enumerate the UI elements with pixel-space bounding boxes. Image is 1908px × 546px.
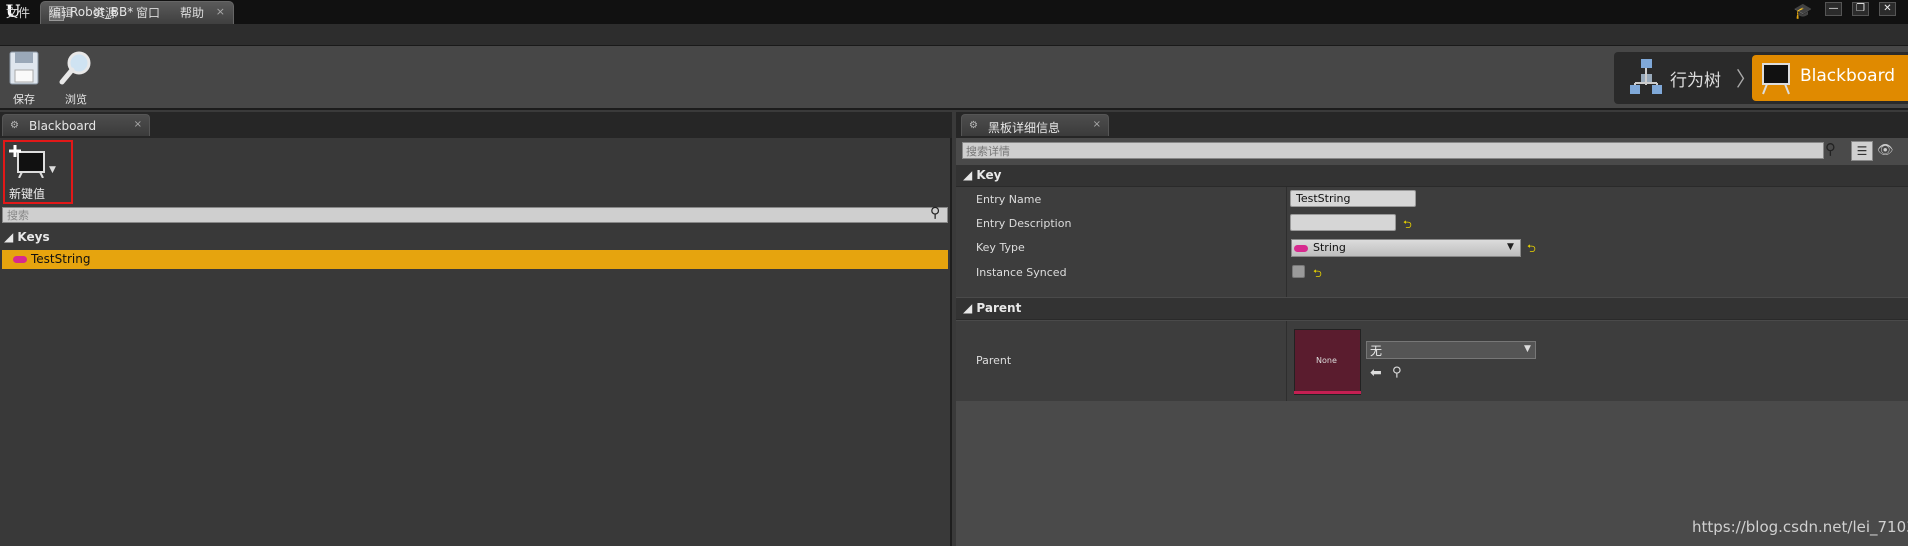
chevron-down-icon: ▼ <box>1507 242 1514 252</box>
instance-synced-label: Instance Synced <box>976 266 1067 279</box>
entry-description-label: Entry Description <box>976 217 1072 230</box>
use-selected-arrow-icon[interactable]: ⬅ <box>1370 365 1382 381</box>
behavior-tree-icon <box>1630 59 1662 94</box>
keys-search-input[interactable] <box>2 207 948 223</box>
entry-name-label: Entry Name <box>976 193 1042 206</box>
save-label: 保存 <box>13 93 35 106</box>
learn-icon[interactable]: 🎓 <box>1793 2 1813 20</box>
magnifier-icon <box>59 51 91 85</box>
keys-search-placeholder: 搜索 <box>7 209 29 222</box>
search-icon[interactable]: ⚲ <box>930 205 940 221</box>
keys-category-header[interactable]: ◢ Keys <box>4 230 50 244</box>
menu-bar <box>0 24 1908 46</box>
title-bar <box>0 0 1908 24</box>
parent-category-label: Parent <box>976 301 1022 315</box>
menu-window[interactable]: 窗口 <box>136 4 160 21</box>
chevron-down-icon: ▼ <box>1524 344 1531 354</box>
details-search-input[interactable] <box>962 142 1824 159</box>
save-button[interactable]: 保存 <box>0 50 48 108</box>
watermark-text: https://blog.csdn.net/lei_7103 <box>1692 518 1908 536</box>
floppy-disk-icon <box>9 51 39 85</box>
tab-blackboard[interactable]: ⚙ Blackboard × <box>2 114 150 136</box>
panel-tab-icon: ⚙ <box>10 120 19 131</box>
tab-blackboard-details[interactable]: ⚙ 黑板详细信息 × <box>961 114 1109 136</box>
behavior-tree-mode-label: 行为树 <box>1670 71 1721 91</box>
key-type-value: String <box>1313 241 1346 254</box>
close-tab-icon[interactable]: × <box>216 5 225 18</box>
minimize-button[interactable]: — <box>1825 2 1842 16</box>
entry-description-field[interactable] <box>1290 214 1396 231</box>
property-matrix-icon[interactable]: ☰ <box>1851 141 1873 161</box>
panel-tab-icon: ⚙ <box>969 120 978 131</box>
reset-to-default-icon[interactable]: ⮌ <box>1403 216 1412 235</box>
search-icon[interactable]: ⚲ <box>1825 140 1836 158</box>
tab-details-label: 黑板详细信息 <box>988 121 1061 135</box>
close-panel-icon[interactable]: × <box>1093 119 1101 130</box>
key-type-label: Key Type <box>976 241 1025 254</box>
parent-thumbnail-label: None <box>1316 356 1337 365</box>
menu-file[interactable]: 文件 <box>6 4 30 21</box>
browse-label: 浏览 <box>65 93 87 106</box>
browse-asset-icon[interactable]: ⚲ <box>1392 365 1402 380</box>
new-key-icon <box>9 145 45 178</box>
new-key-dropdown-icon[interactable]: ▼ <box>49 165 56 175</box>
key-category-title: ◢ Key <box>963 168 1002 182</box>
close-window-button[interactable]: ✕ <box>1879 2 1896 16</box>
parent-label: Parent <box>976 354 1012 367</box>
string-type-icon <box>1294 245 1308 252</box>
reset-to-default-icon[interactable]: ⮌ <box>1313 265 1322 284</box>
blackboard-icon <box>1762 63 1790 95</box>
menu-edit[interactable]: 编辑 <box>49 4 73 21</box>
property-column-divider <box>1286 321 1287 401</box>
maximize-button[interactable]: ❐ <box>1852 2 1869 16</box>
key-row-selected[interactable] <box>2 250 948 269</box>
parent-asset-value: 无 <box>1370 344 1383 358</box>
close-panel-icon[interactable]: × <box>134 119 142 130</box>
key-name-label: TestString <box>31 252 91 266</box>
reset-to-default-icon[interactable]: ⮌ <box>1527 240 1536 259</box>
parent-category-title: ◢ Parent <box>963 301 1022 315</box>
menu-asset[interactable]: 资源 <box>93 4 117 21</box>
new-key-label: 新键值 <box>9 187 46 201</box>
blackboard-panel <box>0 138 952 546</box>
asset-type-color-bar <box>1294 391 1361 394</box>
property-column-divider <box>1286 187 1287 297</box>
browse-button[interactable]: 浏览 <box>52 50 100 108</box>
blackboard-mode-label: Blackboard <box>1800 66 1896 86</box>
keys-header-label: Keys <box>17 230 50 244</box>
parent-properties <box>956 321 1908 401</box>
parent-asset-picker[interactable] <box>1366 341 1536 359</box>
entry-name-field[interactable]: TestString <box>1290 190 1416 207</box>
key-category-header[interactable] <box>956 165 1908 187</box>
details-search-placeholder: 搜索详情 <box>966 145 1010 158</box>
menu-help[interactable]: 帮助 <box>180 4 204 21</box>
tab-blackboard-label: Blackboard <box>29 119 97 133</box>
key-category-label: Key <box>976 168 1002 182</box>
parent-category-header[interactable] <box>956 298 1908 320</box>
string-type-icon <box>13 256 27 263</box>
instance-synced-checkbox[interactable] <box>1292 265 1305 278</box>
view-options-eye-icon[interactable]: 👁 <box>1877 143 1894 158</box>
